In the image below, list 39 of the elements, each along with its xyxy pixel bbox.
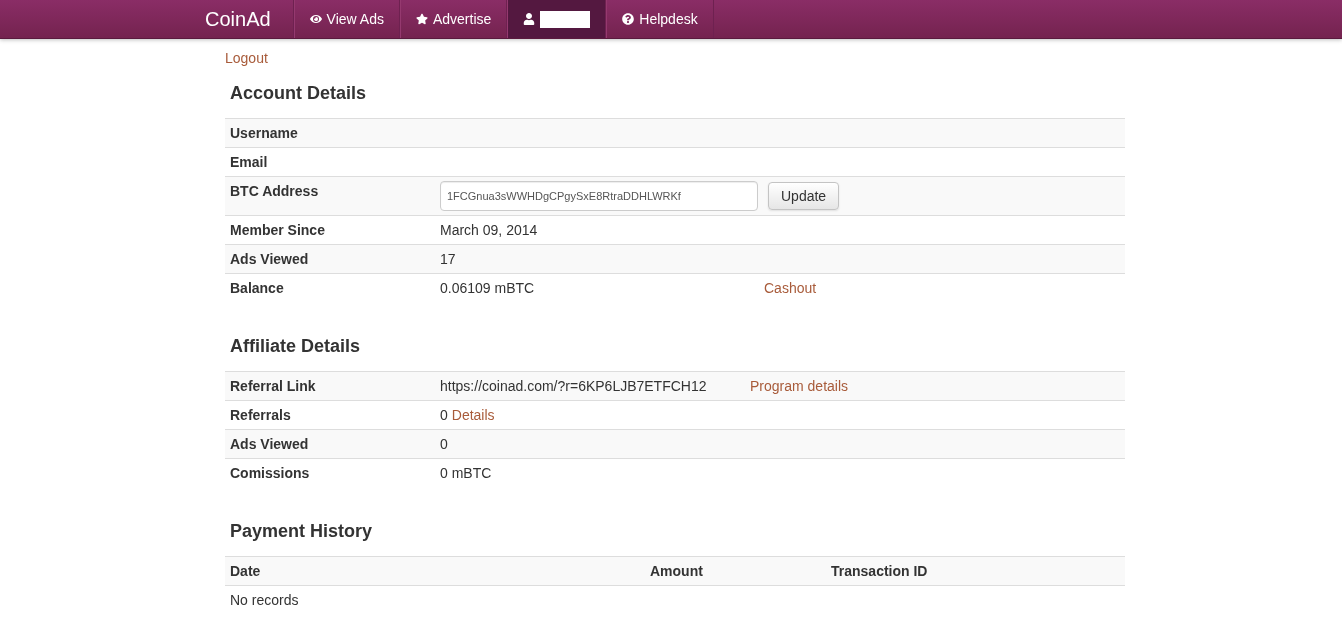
action-link[interactable]: Program details: [750, 376, 849, 396]
field-value: March 09, 2014: [440, 221, 538, 240]
address-input[interactable]: 1FCGnua3sWWHDgCPgySxE8RtraDDHLWRKf: [440, 181, 758, 211]
column-header: Date: [229, 562, 262, 581]
field-label: Comissions: [230, 464, 310, 483]
section-title: Account Details: [229, 82, 368, 105]
empty-message: No records: [229, 591, 300, 610]
update-button[interactable]: Update: [768, 182, 840, 210]
star-icon: [415, 13, 428, 25]
section-title: Affiliate Details: [229, 335, 362, 358]
field-value: 0: [440, 406, 448, 425]
field-label: Email: [230, 153, 268, 172]
redacted-block: [540, 10, 591, 28]
person-icon: [523, 13, 536, 25]
logout-link[interactable]: Logout: [225, 49, 268, 67]
field-label: Ads Viewed: [230, 435, 309, 454]
column-header: Transaction ID: [830, 562, 929, 581]
nav-item[interactable]: View Ads: [293, 0, 400, 38]
field-label: Username: [230, 124, 298, 143]
field-value: 0: [440, 435, 448, 454]
field-value: 0 mBTC: [440, 464, 492, 483]
column-header: Amount: [649, 562, 704, 581]
brand-logo[interactable]: CoinAd: [195, 0, 294, 38]
field-label: Balance: [230, 279, 284, 298]
nav-item[interactable]: Helpdesk: [606, 0, 714, 38]
field-label: Member Since: [230, 221, 325, 240]
field-value: 0.06109 mBTC: [440, 279, 535, 298]
field-value: 17: [440, 250, 456, 269]
field-label: Ads Viewed: [230, 250, 309, 269]
action-link[interactable]: Cashout: [764, 278, 817, 298]
help-icon: [622, 13, 635, 25]
eye-icon: [309, 13, 322, 25]
field-label: BTC Address: [230, 182, 319, 201]
section-title: Payment History: [229, 520, 374, 543]
field-label: Referrals: [230, 406, 291, 425]
nav-item[interactable]: [507, 0, 607, 38]
details-link[interactable]: Details: [451, 405, 495, 425]
field-value: https://coinad.com/?r=6KP6LJB7ETFCH12: [440, 377, 707, 396]
field-label: Referral Link: [230, 377, 316, 396]
